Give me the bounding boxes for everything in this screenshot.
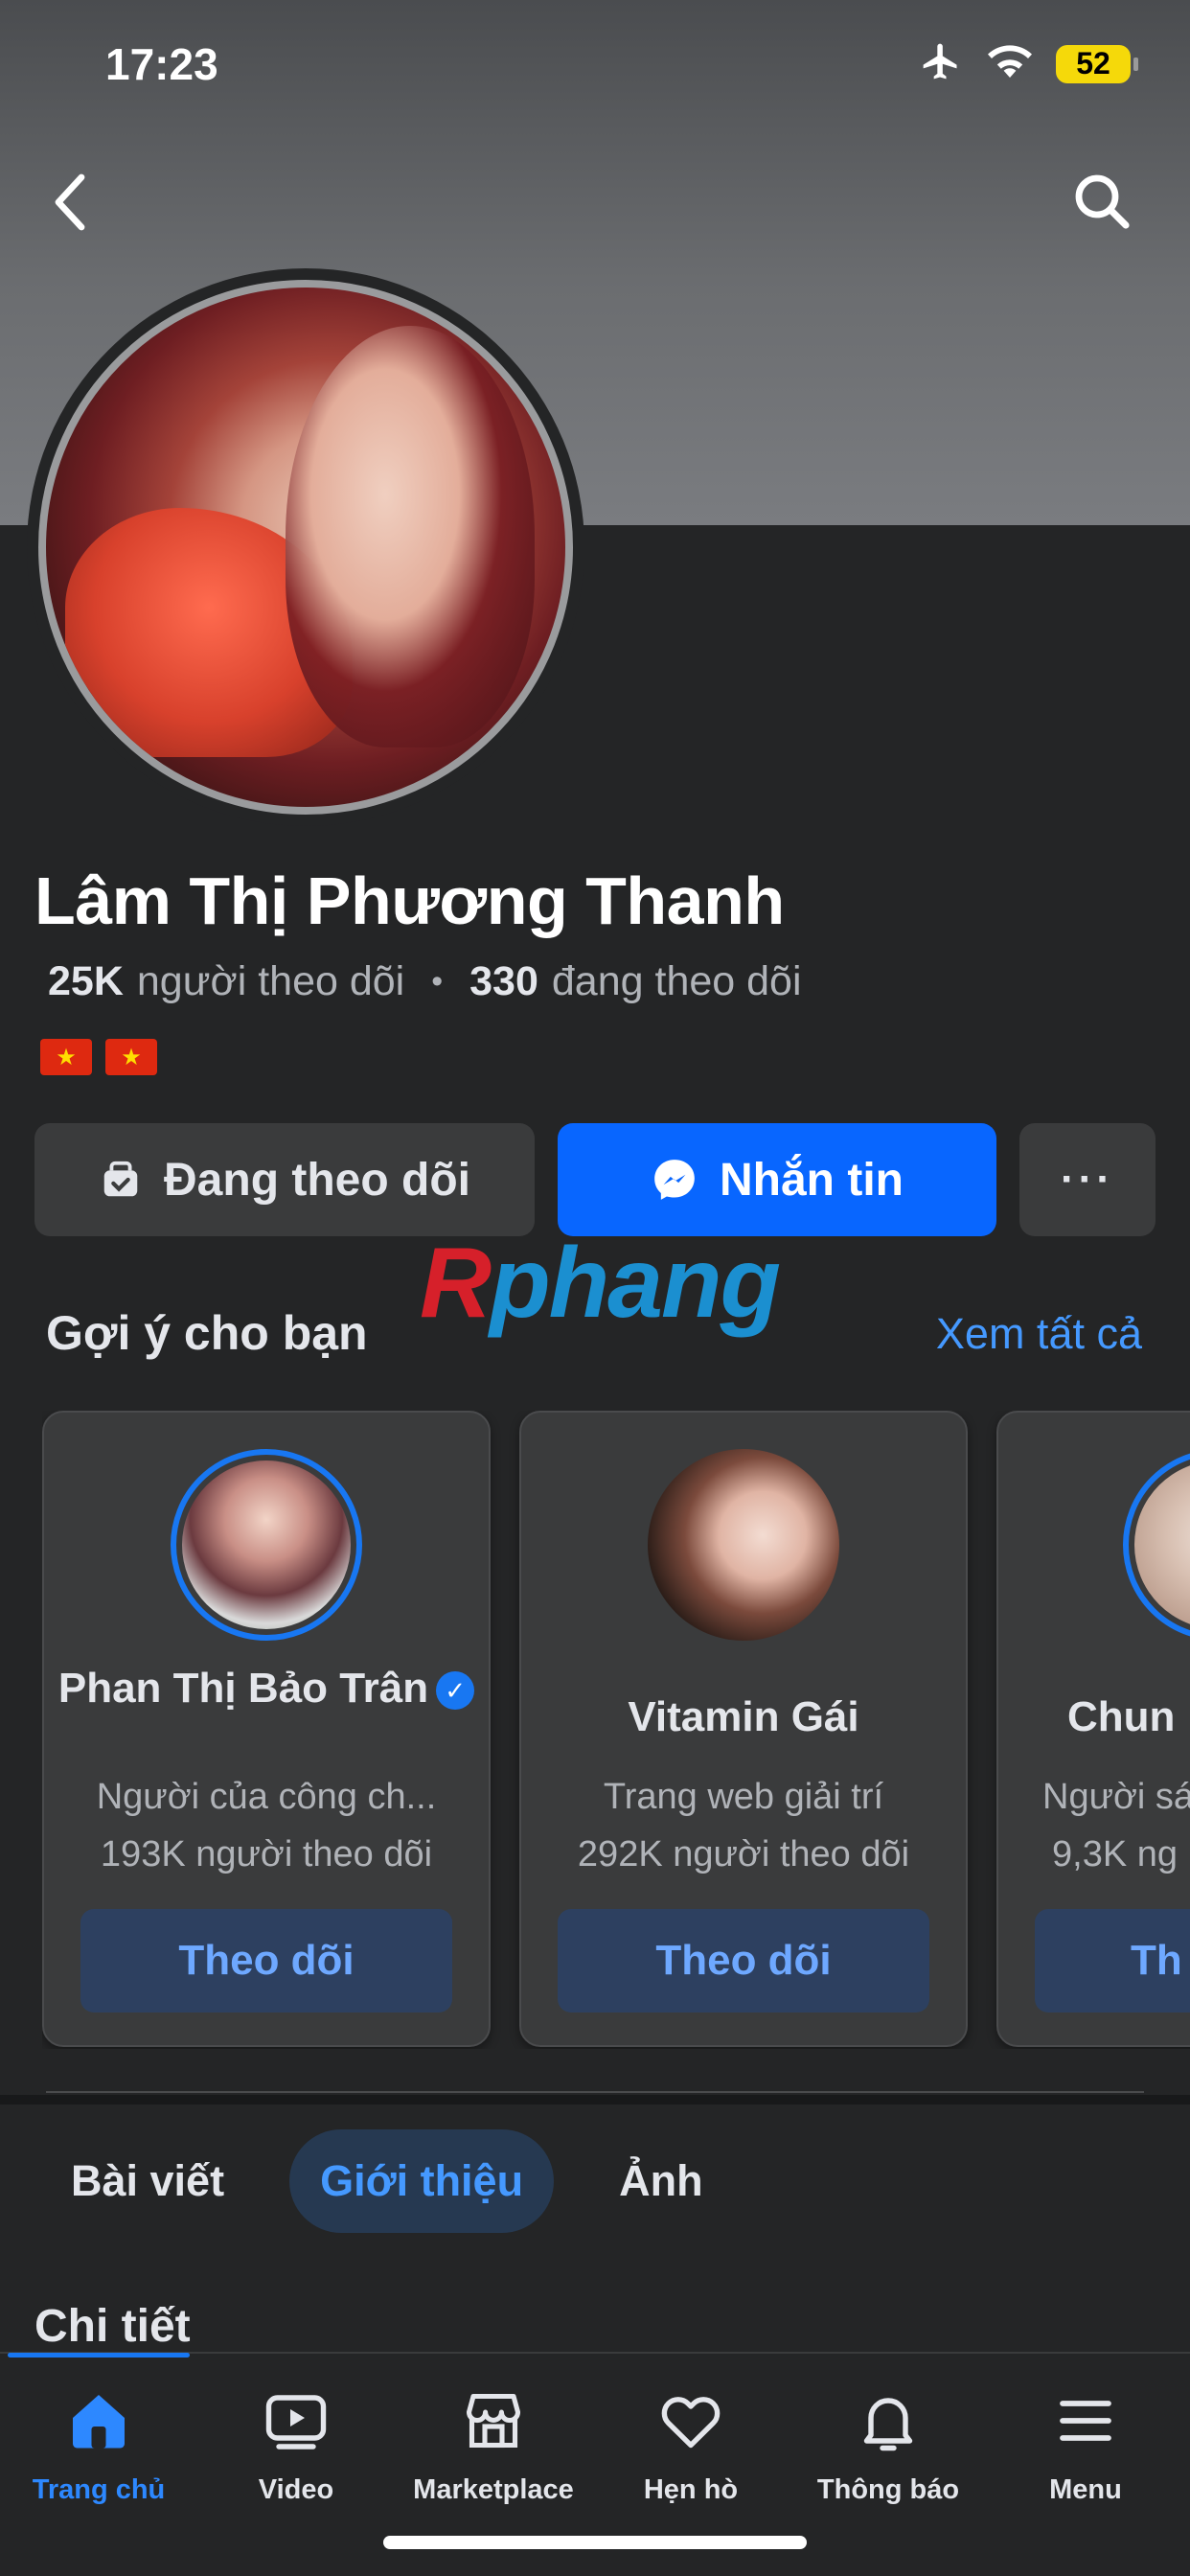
suggestion-card[interactable]: Vitamin Gái Trang web giải trí 292K ngườ… — [519, 1411, 968, 2047]
nav-label: Video — [258, 2474, 334, 2505]
video-icon — [258, 2382, 334, 2459]
follow-button[interactable]: Th — [1035, 1909, 1190, 2012]
menu-icon — [1047, 2382, 1124, 2459]
home-indicator[interactable] — [383, 2536, 807, 2549]
suggestion-card[interactable]: Phan Thị Bảo Trân ✓ Người của công ch... … — [42, 1411, 491, 2047]
tab-posts[interactable]: Bài viết — [40, 2129, 255, 2233]
follow-button[interactable]: Theo dõi — [80, 1909, 452, 2012]
nav-label: Hẹn hò — [643, 2474, 739, 2505]
status-time: 17:23 — [105, 39, 218, 89]
suggestions-title: Gợi ý cho bạn — [46, 1306, 368, 1360]
message-button-label: Nhắn tin — [720, 1154, 904, 1206]
section-divider-line — [46, 2091, 1144, 2093]
suggestion-followers: 193K người theo dõi — [100, 1834, 433, 1874]
messenger-icon — [654, 1160, 695, 1200]
nav-marketplace[interactable]: Marketplace — [395, 2382, 592, 2506]
follow-button[interactable]: Theo dõi — [558, 1909, 929, 2012]
suggestion-card[interactable]: Chun Người sá 9,3K ng Th — [996, 1411, 1190, 2047]
search-button[interactable] — [1069, 169, 1136, 236]
nav-menu[interactable]: Menu — [987, 2382, 1184, 2506]
following-button[interactable]: Đang theo dõi — [34, 1123, 535, 1236]
details-underline — [8, 2353, 190, 2358]
bell-icon — [850, 2382, 927, 2459]
profile-tabs: Bài viết Giới thiệu Ảnh — [40, 2129, 734, 2233]
dating-heart-icon — [652, 2382, 729, 2459]
suggestion-followers: 9,3K ng — [1052, 1834, 1178, 1874]
airplane-mode-icon — [918, 40, 964, 87]
nav-label: Thông báo — [816, 2474, 960, 2505]
tab-photos[interactable]: Ảnh — [588, 2129, 733, 2233]
avatar-image — [38, 280, 573, 815]
profile-avatar[interactable] — [27, 268, 584, 826]
nav-dating[interactable]: Hẹn hò — [592, 2382, 790, 2506]
suggestion-subtitle: Người của công ch... — [96, 1777, 437, 1817]
back-button[interactable] — [46, 169, 94, 236]
following-label[interactable]: đang theo dõi — [552, 958, 802, 1005]
see-all-link[interactable]: Xem tất cả — [936, 1309, 1142, 1359]
suggestion-name[interactable]: Vitamin Gái — [521, 1689, 966, 1746]
following-button-label: Đang theo dõi — [164, 1154, 470, 1206]
details-heading: Chi tiết — [34, 2301, 191, 2352]
chevron-left-icon — [55, 173, 85, 231]
section-divider — [0, 2095, 1190, 2104]
nav-video[interactable]: Video — [197, 2382, 395, 2506]
marketplace-icon — [455, 2382, 532, 2459]
more-options-button[interactable]: ··· — [1019, 1123, 1156, 1236]
profile-stats: 25K người theo dõi • 330 đang theo dõi — [48, 958, 802, 1005]
watermark-logo: Rphang — [420, 1228, 781, 1339]
china-flag-icon: ★ — [40, 1039, 92, 1075]
profile-name: Lâm Thị Phương Thanh — [34, 863, 785, 938]
verified-badge-icon: ✓ — [436, 1671, 475, 1711]
following-count[interactable]: 330 — [469, 958, 538, 1005]
suggestion-avatar[interactable] — [648, 1449, 839, 1641]
followers-count[interactable]: 25K — [48, 958, 124, 1005]
suggestion-avatar[interactable] — [1123, 1449, 1190, 1641]
suggestion-subtitle: Trang web giải trí — [603, 1777, 884, 1817]
nav-notifications[interactable]: Thông báo — [790, 2382, 987, 2506]
wifi-icon — [985, 42, 1035, 85]
nav-home[interactable]: Trang chủ — [0, 2382, 197, 2506]
suggestion-subtitle: Người sá — [1042, 1777, 1190, 1817]
nav-label: Trang chủ — [32, 2474, 166, 2505]
vietnam-flag-icon: ★ — [105, 1039, 157, 1075]
nav-label: Marketplace — [413, 2474, 574, 2505]
suggestion-followers: 292K người theo dõi — [577, 1834, 910, 1874]
home-icon — [60, 2382, 137, 2459]
tab-about[interactable]: Giới thiệu — [289, 2129, 555, 2233]
followers-label[interactable]: người theo dõi — [137, 958, 404, 1005]
suggestion-name[interactable]: Phan Thị Bảo Trân ✓ — [44, 1660, 489, 1717]
search-icon — [1075, 174, 1130, 229]
separator-dot: • — [431, 963, 444, 1000]
status-icons: 52 — [918, 40, 1138, 87]
suggestion-name[interactable]: Chun — [998, 1689, 1190, 1746]
message-button[interactable]: Nhắn tin — [558, 1123, 996, 1236]
nav-label: Menu — [1049, 2474, 1122, 2505]
following-check-icon — [103, 1161, 138, 1197]
suggestion-avatar[interactable] — [171, 1449, 362, 1641]
battery-indicator: 52 — [1056, 44, 1138, 83]
bio-flags: ★ ★ — [40, 1039, 157, 1075]
suggestions-carousel[interactable]: Phan Thị Bảo Trân ✓ Người của công ch... … — [42, 1411, 1190, 2049]
